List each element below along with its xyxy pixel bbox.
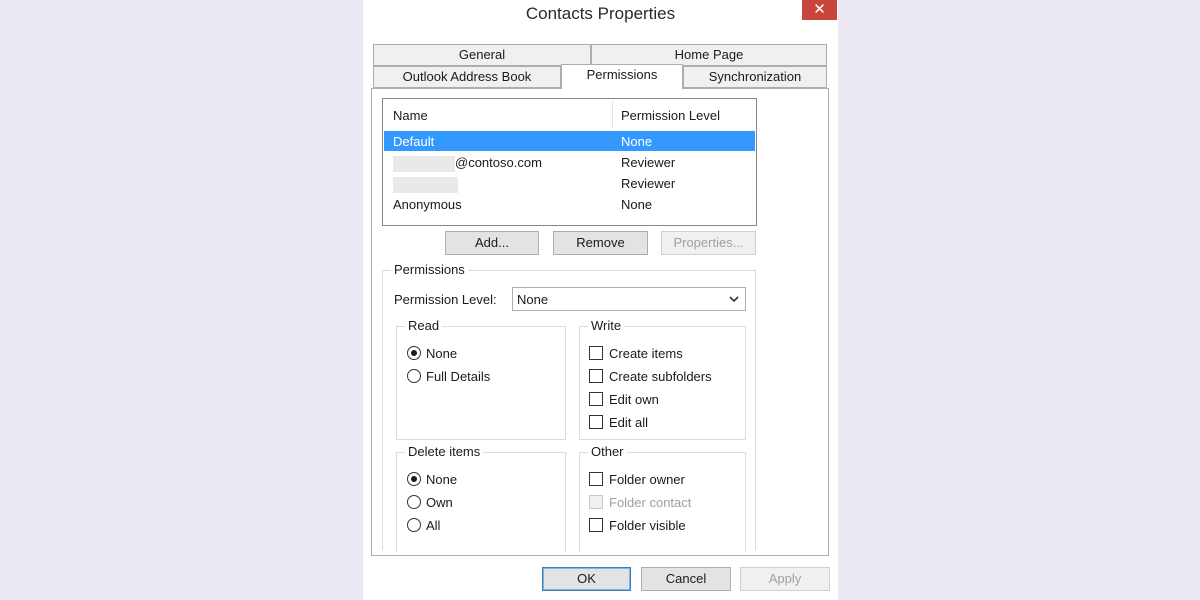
permissions-tab-panel: Name Permission Level Default None @cont…: [371, 88, 829, 556]
radio-button[interactable]: [407, 518, 421, 532]
option-label: None: [426, 345, 458, 361]
redacted-text: [393, 155, 455, 172]
list-item-redacted-user[interactable]: Reviewer: [384, 173, 755, 193]
other-group-title: Other: [588, 444, 627, 459]
option-label: Edit all: [609, 414, 649, 430]
permissions-group: Permissions Permission Level: None Read …: [382, 262, 756, 552]
checkbox[interactable]: [589, 346, 603, 360]
delete-all-option[interactable]: All: [407, 516, 440, 534]
checkbox[interactable]: [589, 392, 603, 406]
option-label: None: [426, 471, 458, 487]
radio-button[interactable]: [407, 472, 421, 486]
tab-permissions[interactable]: Permissions: [561, 64, 683, 89]
close-button[interactable]: ✕: [802, 0, 837, 20]
list-item-name-domain: @contoso.com: [455, 155, 542, 170]
create-subfolders-option[interactable]: Create subfolders: [589, 367, 712, 385]
folder-visible-option[interactable]: Folder visible: [589, 516, 686, 534]
properties-button[interactable]: Properties...: [661, 231, 756, 255]
checkbox[interactable]: [589, 369, 603, 383]
option-label: Full Details: [426, 368, 491, 384]
option-label: Folder visible: [609, 517, 686, 533]
list-item-name: [393, 176, 458, 193]
permission-list[interactable]: Name Permission Level Default None @cont…: [382, 98, 757, 226]
delete-items-group: Delete items None Own All: [396, 444, 566, 552]
folder-contact-option[interactable]: Folder contact: [589, 493, 691, 511]
read-none-option[interactable]: None: [407, 344, 457, 362]
checkbox[interactable]: [589, 415, 603, 429]
checkbox[interactable]: [589, 495, 603, 509]
option-label: Folder owner: [609, 471, 685, 487]
contacts-properties-dialog: Contacts Properties ✕ General Home Page …: [363, 0, 838, 600]
radio-button[interactable]: [407, 369, 421, 383]
ok-button[interactable]: OK: [542, 567, 631, 591]
list-item-name: Anonymous: [393, 197, 462, 212]
close-icon: ✕: [813, 1, 826, 18]
delete-none-option[interactable]: None: [407, 470, 457, 488]
list-item-name: @contoso.com: [393, 155, 542, 172]
checkbox[interactable]: [589, 472, 603, 486]
folder-owner-option[interactable]: Folder owner: [589, 470, 685, 488]
option-label: Create items: [609, 345, 683, 361]
list-header: Name Permission Level: [383, 99, 756, 129]
list-item-level: None: [621, 197, 653, 212]
delete-own-option[interactable]: Own: [407, 493, 453, 511]
remove-button[interactable]: Remove: [553, 231, 648, 255]
write-group: Write Create items Create subfolders Edi…: [579, 318, 746, 440]
list-item-level: None: [621, 134, 653, 149]
column-separator: [612, 101, 613, 128]
create-items-option[interactable]: Create items: [589, 344, 683, 362]
column-header-name[interactable]: Name: [393, 108, 428, 123]
read-full-details-option[interactable]: Full Details: [407, 367, 490, 385]
option-label: Edit own: [609, 391, 659, 407]
read-group: Read None Full Details: [396, 318, 566, 440]
tab-home-page[interactable]: Home Page: [591, 44, 827, 66]
redacted-text: [393, 176, 458, 193]
radio-button[interactable]: [407, 346, 421, 360]
tab-general[interactable]: General: [373, 44, 591, 66]
other-group: Other Folder owner Folder contact Folder…: [579, 444, 746, 552]
option-label: Own: [426, 494, 453, 510]
tab-synchronization[interactable]: Synchronization: [683, 66, 827, 88]
edit-all-option[interactable]: Edit all: [589, 413, 648, 431]
list-item-level: Reviewer: [621, 155, 676, 170]
list-item-anonymous[interactable]: Anonymous None: [384, 194, 755, 214]
apply-button[interactable]: Apply: [740, 567, 830, 591]
list-item-name: Default: [393, 134, 435, 149]
edit-own-option[interactable]: Edit own: [589, 390, 659, 408]
title-bar: Contacts Properties ✕: [363, 0, 838, 30]
permissions-group-title: Permissions: [391, 262, 468, 277]
add-button[interactable]: Add...: [445, 231, 539, 255]
write-group-title: Write: [588, 318, 625, 333]
tab-outlook-address-book[interactable]: Outlook Address Book: [373, 66, 561, 88]
option-label: All: [426, 517, 441, 533]
checkbox[interactable]: [589, 518, 603, 532]
radio-button[interactable]: [407, 495, 421, 509]
column-header-permission-level[interactable]: Permission Level: [621, 108, 720, 123]
permission-level-label: Permission Level:: [394, 292, 497, 307]
read-group-title: Read: [405, 318, 443, 333]
cancel-button[interactable]: Cancel: [641, 567, 731, 591]
list-item-level: Reviewer: [621, 176, 676, 191]
chevron-down-icon: [729, 296, 739, 303]
delete-items-group-title: Delete items: [405, 444, 484, 459]
permission-level-value: None: [517, 292, 549, 307]
permission-level-select[interactable]: None: [512, 287, 746, 311]
dialog-title: Contacts Properties: [525, 4, 676, 23]
option-label: Create subfolders: [609, 368, 712, 384]
option-label: Folder contact: [609, 494, 692, 510]
list-item-default[interactable]: Default None: [384, 131, 755, 151]
list-item-contoso-user[interactable]: @contoso.com Reviewer: [384, 152, 755, 172]
